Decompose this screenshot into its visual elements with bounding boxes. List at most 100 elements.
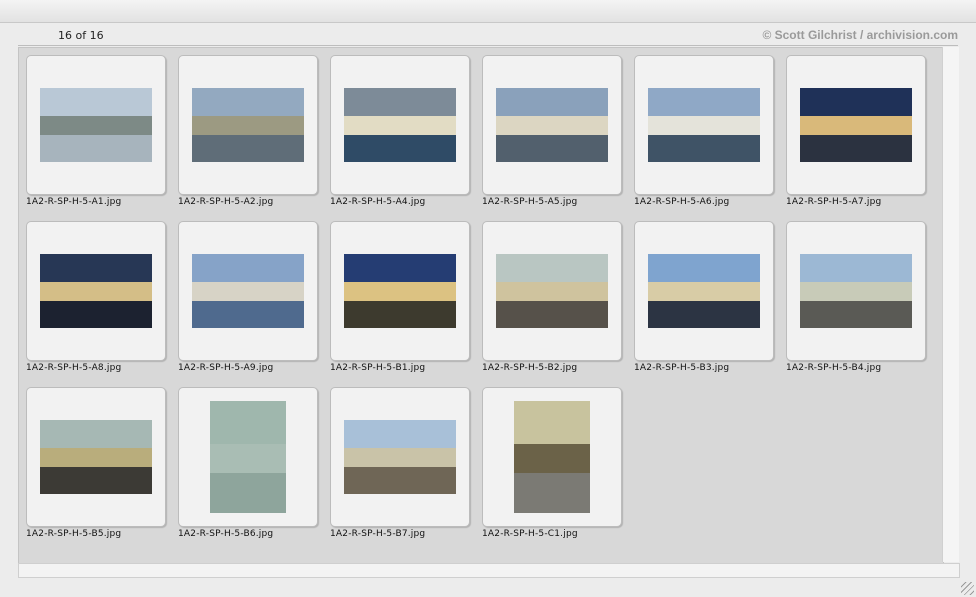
photo-building [40, 448, 152, 469]
thumbnail-filename: 1A2-R-SP-H-5-B5.jpg [26, 529, 122, 539]
copyright-credit: © Scott Gilchrist / archivision.com [762, 28, 958, 42]
thumbnail-frame[interactable] [482, 387, 622, 527]
photo-building [648, 116, 760, 137]
photo-ground [344, 135, 456, 162]
thumbnail-filename: 1A2-R-SP-H-5-B2.jpg [482, 363, 578, 373]
photo-ground [496, 135, 608, 162]
photo-building [800, 116, 912, 137]
photo-building [192, 282, 304, 303]
photo-building [800, 282, 912, 303]
window-top-bar [0, 0, 976, 23]
thumbnail-item[interactable]: 1A2-R-SP-H-5-B3.jpg [634, 221, 774, 381]
thumbnail-filename: 1A2-R-SP-H-5-A4.jpg [330, 197, 426, 207]
thumbnail-item[interactable]: 1A2-R-SP-H-5-B5.jpg [26, 387, 166, 547]
photo-building [496, 282, 608, 303]
thumbnail-item[interactable]: 1A2-R-SP-H-5-B7.jpg [330, 387, 470, 547]
photo-building [40, 116, 152, 137]
thumbnail-frame[interactable] [786, 221, 926, 361]
photo-ground [648, 135, 760, 162]
thumbnail-image[interactable] [192, 88, 304, 162]
thumbnail-item[interactable]: 1A2-R-SP-H-5-B2.jpg [482, 221, 622, 381]
photo-building [344, 116, 456, 137]
thumbnail-image[interactable] [496, 88, 608, 162]
photo-ground [344, 301, 456, 328]
thumbnail-frame[interactable] [330, 221, 470, 361]
thumbnail-image[interactable] [344, 420, 456, 494]
photo-ground [192, 301, 304, 328]
thumbnail-image[interactable] [344, 88, 456, 162]
thumbnail-item[interactable]: 1A2-R-SP-H-5-A7.jpg [786, 55, 926, 215]
thumbnail-filename: 1A2-R-SP-H-5-A2.jpg [178, 197, 274, 207]
thumbnail-frame[interactable] [330, 387, 470, 527]
thumbnail-filename: 1A2-R-SP-H-5-A5.jpg [482, 197, 578, 207]
thumbnail-image[interactable] [40, 420, 152, 494]
thumbnail-item[interactable]: 1A2-R-SP-H-5-A2.jpg [178, 55, 318, 215]
photo-building [344, 448, 456, 469]
thumbnail-filename: 1A2-R-SP-H-5-B4.jpg [786, 363, 882, 373]
photo-building [192, 116, 304, 137]
thumbnail-item[interactable]: 1A2-R-SP-H-5-A9.jpg [178, 221, 318, 381]
thumbnail-item[interactable]: 1A2-R-SP-H-5-B1.jpg [330, 221, 470, 381]
thumbnail-image[interactable] [496, 254, 608, 328]
thumbnail-filename: 1A2-R-SP-H-5-B7.jpg [330, 529, 426, 539]
thumbnail-filename: 1A2-R-SP-H-5-B1.jpg [330, 363, 426, 373]
thumbnail-item[interactable]: 1A2-R-SP-H-5-A5.jpg [482, 55, 622, 215]
photo-ground [40, 467, 152, 494]
thumbnail-filename: 1A2-R-SP-H-5-A6.jpg [634, 197, 730, 207]
thumbnail-image[interactable] [40, 254, 152, 328]
photo-ground [40, 301, 152, 328]
photo-ground [648, 301, 760, 328]
thumbnail-image[interactable] [648, 254, 760, 328]
thumbnail-frame[interactable] [634, 55, 774, 195]
header-divider [18, 45, 958, 46]
thumbnail-frame[interactable] [26, 221, 166, 361]
photo-ground [344, 467, 456, 494]
thumbnail-item[interactable]: 1A2-R-SP-H-5-A4.jpg [330, 55, 470, 215]
photo-building [40, 282, 152, 303]
thumbnail-item[interactable]: 1A2-R-SP-H-5-A8.jpg [26, 221, 166, 381]
thumbnail-frame[interactable] [178, 221, 318, 361]
thumbnail-image[interactable] [210, 401, 286, 513]
thumbnail-filename: 1A2-R-SP-H-5-A1.jpg [26, 197, 122, 207]
thumbnail-frame[interactable] [26, 387, 166, 527]
thumbnail-image[interactable] [648, 88, 760, 162]
photo-ground [210, 472, 286, 513]
thumbnail-filename: 1A2-R-SP-H-5-B6.jpg [178, 529, 274, 539]
thumbnail-grid: 1A2-R-SP-H-5-A1.jpg 1A2-R-SP-H-5-A2.jpg 1A… [18, 47, 944, 564]
thumbnail-frame[interactable] [482, 221, 622, 361]
thumbnail-filename: 1A2-R-SP-H-5-A7.jpg [786, 197, 882, 207]
thumbnail-filename: 1A2-R-SP-H-5-A8.jpg [26, 363, 122, 373]
thumbnail-item[interactable]: 1A2-R-SP-H-5-C1.jpg [482, 387, 622, 547]
thumbnail-frame[interactable] [330, 55, 470, 195]
photo-ground [496, 301, 608, 328]
thumbnail-filename: 1A2-R-SP-H-5-A9.jpg [178, 363, 274, 373]
thumbnail-image[interactable] [192, 254, 304, 328]
thumbnail-item[interactable]: 1A2-R-SP-H-5-B4.jpg [786, 221, 926, 381]
thumbnail-filename: 1A2-R-SP-H-5-B3.jpg [634, 363, 730, 373]
thumbnail-image[interactable] [800, 254, 912, 328]
photo-building [648, 282, 760, 303]
thumbnail-frame[interactable] [482, 55, 622, 195]
photo-building [344, 282, 456, 303]
photo-ground [800, 301, 912, 328]
thumbnail-frame[interactable] [178, 55, 318, 195]
photo-building [514, 443, 590, 475]
thumbnail-frame[interactable] [178, 387, 318, 527]
horizontal-scrollbar[interactable] [18, 563, 960, 578]
thumbnail-frame[interactable] [26, 55, 166, 195]
thumbnail-frame[interactable] [786, 55, 926, 195]
thumbnail-image[interactable] [800, 88, 912, 162]
thumbnail-frame[interactable] [634, 221, 774, 361]
photo-ground [40, 135, 152, 162]
vertical-scrollbar[interactable] [942, 47, 959, 562]
thumbnail-item[interactable]: 1A2-R-SP-H-5-B6.jpg [178, 387, 318, 547]
thumbnail-item[interactable]: 1A2-R-SP-H-5-A1.jpg [26, 55, 166, 215]
resize-grip-icon[interactable] [961, 582, 974, 595]
thumbnail-image[interactable] [344, 254, 456, 328]
photo-ground [800, 135, 912, 162]
photo-building [496, 116, 608, 137]
thumbnail-image[interactable] [514, 401, 590, 513]
photo-ground [192, 135, 304, 162]
thumbnail-image[interactable] [40, 88, 152, 162]
thumbnail-item[interactable]: 1A2-R-SP-H-5-A6.jpg [634, 55, 774, 215]
